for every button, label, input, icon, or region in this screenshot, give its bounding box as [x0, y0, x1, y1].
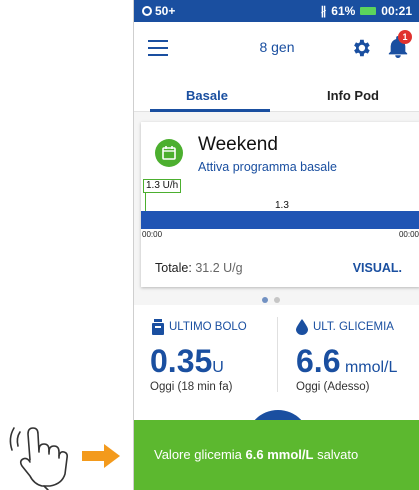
view-button[interactable]: VISUAL.: [353, 261, 402, 275]
timeline-end: 00:00: [398, 230, 419, 239]
status-bar: 50+ ∦ 61% 00:21: [134, 0, 419, 22]
battery-icon: [360, 7, 377, 15]
notification-count: 50+: [155, 4, 176, 18]
toast-value: 6.6 mmol/L: [245, 447, 314, 462]
basal-rate-bar: [141, 211, 419, 229]
column-divider: [277, 317, 278, 392]
activate-basal-program-link[interactable]: Attiva programma basale: [198, 160, 337, 174]
clock: 00:21: [381, 4, 412, 18]
tab-info-pod[interactable]: Info Pod: [327, 88, 379, 103]
page-indicator: [262, 297, 280, 303]
current-date: 8 gen: [259, 39, 295, 55]
page-dot-2[interactable]: [274, 297, 280, 303]
bar-rate-value: 1.3: [275, 200, 289, 211]
gear-icon[interactable]: [350, 37, 372, 59]
notification-circle-icon: [142, 6, 152, 16]
insulin-pen-icon: [152, 319, 164, 335]
phone-screen: 50+ ∦ 61% 00:21 8 gen 1 Basale Info Pod …: [133, 0, 419, 490]
timeline-start: 00:00: [142, 230, 163, 239]
arrow-right-icon: [82, 444, 120, 468]
glucose-saved-toast: Valore glicemia 6.6 mmol/L salvato: [134, 420, 419, 490]
blood-drop-icon: [296, 319, 308, 335]
daily-total-value: 31.2 U/g: [195, 261, 243, 275]
program-name: Weekend: [198, 134, 278, 155]
basal-rate-tag: 1.3 U/h: [143, 179, 182, 193]
battery-percent: 61%: [331, 4, 356, 18]
toast-prefix: Valore glicemia: [154, 447, 246, 462]
last-glucose-header[interactable]: ULT. GLICEMIA: [296, 319, 394, 335]
page-dot-1[interactable]: [262, 297, 268, 303]
last-glucose-time: Oggi (Adesso): [296, 381, 370, 393]
bluetooth-icon: ∦: [320, 4, 327, 18]
active-tab-indicator: [150, 109, 270, 112]
toast-suffix: salvato: [313, 447, 359, 462]
daily-total: Totale: 31.2 U/g: [155, 261, 243, 275]
rate-marker-line: [145, 193, 146, 211]
tap-gesture-hand-icon: [9, 427, 120, 490]
screen: 50+ ∦ 61% 00:21 8 gen 1 Basale Info Pod …: [0, 0, 419, 490]
basal-program-card: Weekend Attiva programma basale 1.3 U/h …: [141, 122, 419, 287]
last-glucose-label: ULT. GLICEMIA: [313, 321, 394, 333]
tab-bar: Basale Info Pod: [134, 76, 419, 112]
last-bolus-value: 0.35U: [150, 343, 224, 379]
daily-total-label: Totale:: [155, 261, 192, 275]
app-bar: 8 gen 1: [134, 22, 419, 76]
notification-badge: 1: [398, 30, 412, 44]
last-glucose-value: 6.6 mmol/L: [296, 343, 398, 379]
last-bolus-header[interactable]: ULTIMO BOLO: [152, 319, 247, 335]
tab-basale[interactable]: Basale: [186, 88, 228, 103]
last-bolus-label: ULTIMO BOLO: [169, 321, 247, 333]
calendar-icon: [155, 139, 183, 167]
last-bolus-time: Oggi (18 min fa): [150, 381, 233, 393]
